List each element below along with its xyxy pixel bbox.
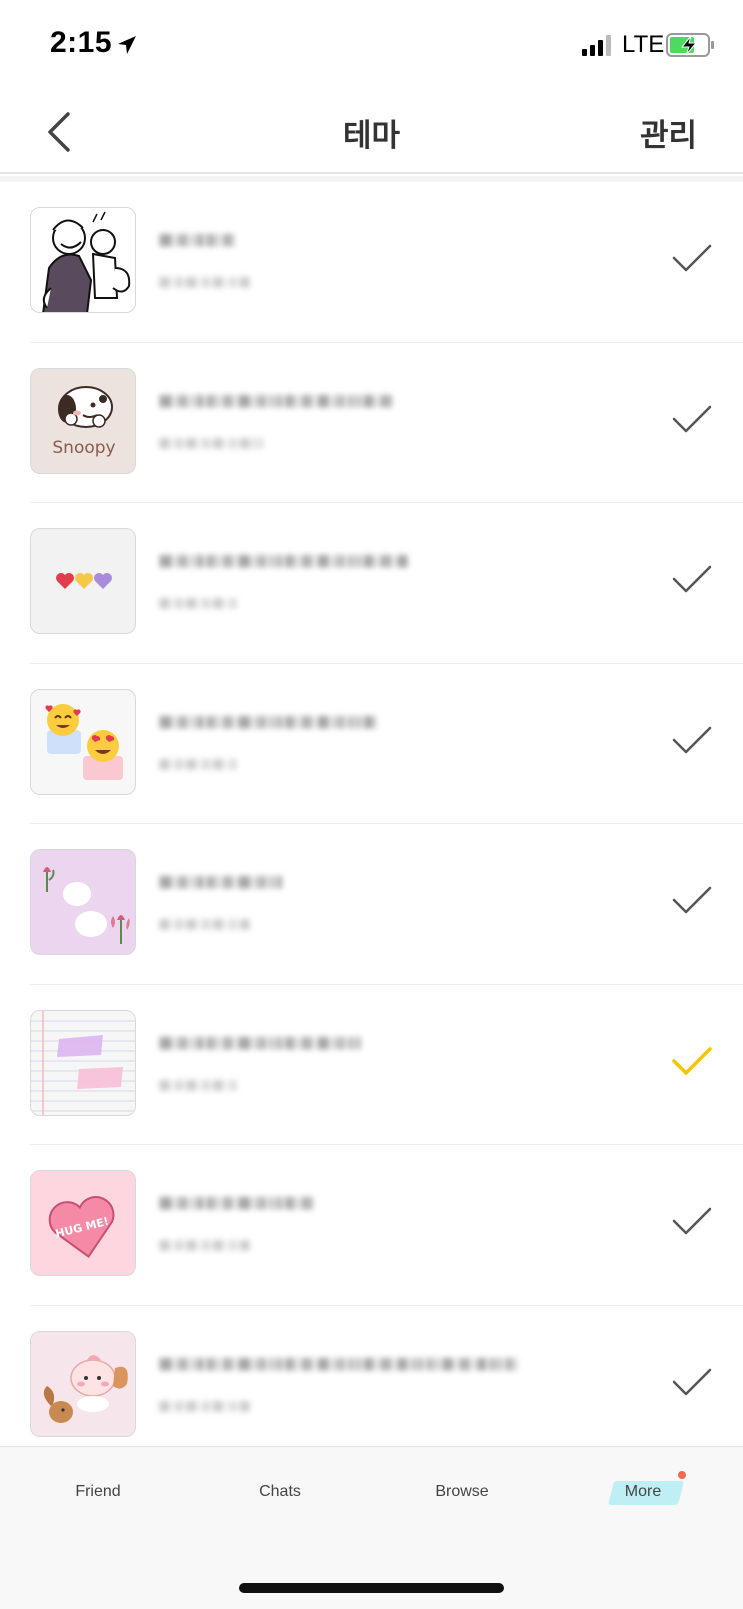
hug-me-heart-icon: HUG ME! (31, 1171, 135, 1275)
snoopy-icon: Snoopy (31, 368, 135, 473)
check-icon (672, 244, 712, 272)
theme-text: ■■■■■■■■■■■■■■■■ ■■■■■■ (158, 545, 598, 616)
network-type: LTE (622, 31, 665, 58)
theme-subtitle: ■■■■■■ (158, 1072, 598, 1098)
theme-row[interactable]: ■■■■■■■■■■■■■■ ■■■■■■ (0, 664, 743, 824)
theme-name: ■■■■■■■■■■■■■■■■ (158, 545, 410, 575)
tulip-bubbles-icon (31, 850, 135, 954)
check-icon (672, 405, 712, 432)
theme-text: ■■■■■■■■■■■■■■■ ■■■■■■■■ (158, 385, 598, 456)
theme-subtitle: ■■■■■■ (158, 590, 598, 616)
theme-thumbnail (30, 849, 136, 955)
check-icon (672, 1207, 712, 1235)
theme-name: ■■■■■■■■■■■■■■ (158, 705, 378, 736)
theme-thumbnail (30, 688, 136, 795)
theme-name: ■■■■■■■■■■ (158, 1187, 316, 1217)
theme-name: ■■■■■■■■■■■■■ (158, 1026, 363, 1057)
manage-button[interactable]: 관리 (640, 110, 697, 155)
peach-squirrel-icon (31, 1331, 135, 1436)
page-title: 테마 (342, 118, 401, 153)
status-bar: 2:15 LTE (0, 0, 743, 90)
theme-subtitle: ■■■■■■■ (158, 1393, 598, 1419)
theme-text: ■■■■■■■■■■■■■ ■■■■■■ (158, 1027, 598, 1098)
theme-thumbnail: HUG ME! (30, 1170, 136, 1276)
theme-row-selected[interactable]: ■■■■■■■■■■■■■ ■■■■■■ (0, 985, 743, 1145)
theme-row[interactable]: HUG ME! ■■■■■■■■■■ ■■■■■■■ (0, 1145, 743, 1306)
check-icon (672, 565, 712, 593)
theme-list: ■■■■■ ■■■■■■■ Snoopy ■■■■■■■■■■■■■■■ ■■■… (0, 182, 743, 1466)
theme-subtitle: ■■■■■■■■ (158, 430, 598, 456)
theme-name: ■■■■■■■■■■■■■■■■■■■■■■■ (158, 1347, 520, 1378)
theme-row[interactable]: ■■■■■■■■ ■■■■■■■ (0, 824, 743, 985)
theme-subtitle: ■■■■■■■ (158, 269, 598, 295)
popeye-comic-icon (31, 208, 135, 312)
tab-more[interactable]: More (553, 1483, 733, 1501)
emoji-love-icon (31, 689, 135, 794)
theme-name: ■■■■■ (158, 224, 237, 254)
theme-row[interactable]: Snoopy ■■■■■■■■■■■■■■■ ■■■■■■■■ (0, 343, 743, 503)
check-icon (672, 1368, 712, 1395)
theme-thumbnail (30, 528, 136, 634)
theme-thumbnail (30, 1330, 136, 1437)
theme-text: ■■■■■ ■■■■■■■ (158, 224, 598, 295)
nav-header: 테마 관리 (0, 90, 743, 174)
status-time: 2:15 (50, 26, 113, 59)
check-selected-icon (672, 1046, 712, 1075)
theme-text: ■■■■■■■■ ■■■■■■■ (158, 866, 598, 937)
theme-row[interactable]: ■■■■■ ■■■■■■■ (0, 182, 743, 343)
theme-thumbnail (30, 1009, 136, 1116)
tab-browse[interactable]: Browse (372, 1483, 552, 1501)
theme-subtitle: ■■■■■■■ (158, 1232, 598, 1258)
tab-chats[interactable]: Chats (190, 1483, 370, 1501)
theme-subtitle: ■■■■■■ (158, 751, 598, 777)
battery-charging-icon (666, 33, 714, 57)
theme-text: ■■■■■■■■■■ ■■■■■■■ (158, 1187, 598, 1258)
theme-text: ■■■■■■■■■■■■■■■■■■■■■■■ ■■■■■■■ (158, 1348, 598, 1419)
theme-name: ■■■■■■■■■■■■■■■ (158, 384, 394, 415)
bottom-tab-bar: Friend Chats Browse More (0, 1446, 743, 1609)
theme-row[interactable]: ■■■■■■■■■■■■■■■■■■■■■■■ ■■■■■■■ (0, 1306, 743, 1467)
theme-text: ■■■■■■■■■■■■■■ ■■■■■■ (158, 706, 598, 777)
notification-dot (678, 1471, 686, 1479)
check-icon (672, 726, 712, 753)
theme-name: ■■■■■■■■ (158, 866, 284, 896)
notebook-paper-icon (31, 1010, 135, 1115)
check-icon (672, 886, 712, 914)
theme-subtitle: ■■■■■■■ (158, 911, 598, 937)
hearts-icon (31, 529, 135, 633)
theme-thumbnail (30, 207, 136, 313)
cellular-signal-icon (582, 35, 611, 56)
location-arrow-icon (118, 36, 136, 54)
home-indicator[interactable] (239, 1583, 504, 1593)
theme-row[interactable]: ■■■■■■■■■■■■■■■■ ■■■■■■ (0, 503, 743, 664)
snoopy-logo-text: Snoopy (52, 438, 115, 458)
theme-thumbnail: Snoopy (30, 367, 136, 474)
tab-friend[interactable]: Friend (8, 1483, 188, 1501)
